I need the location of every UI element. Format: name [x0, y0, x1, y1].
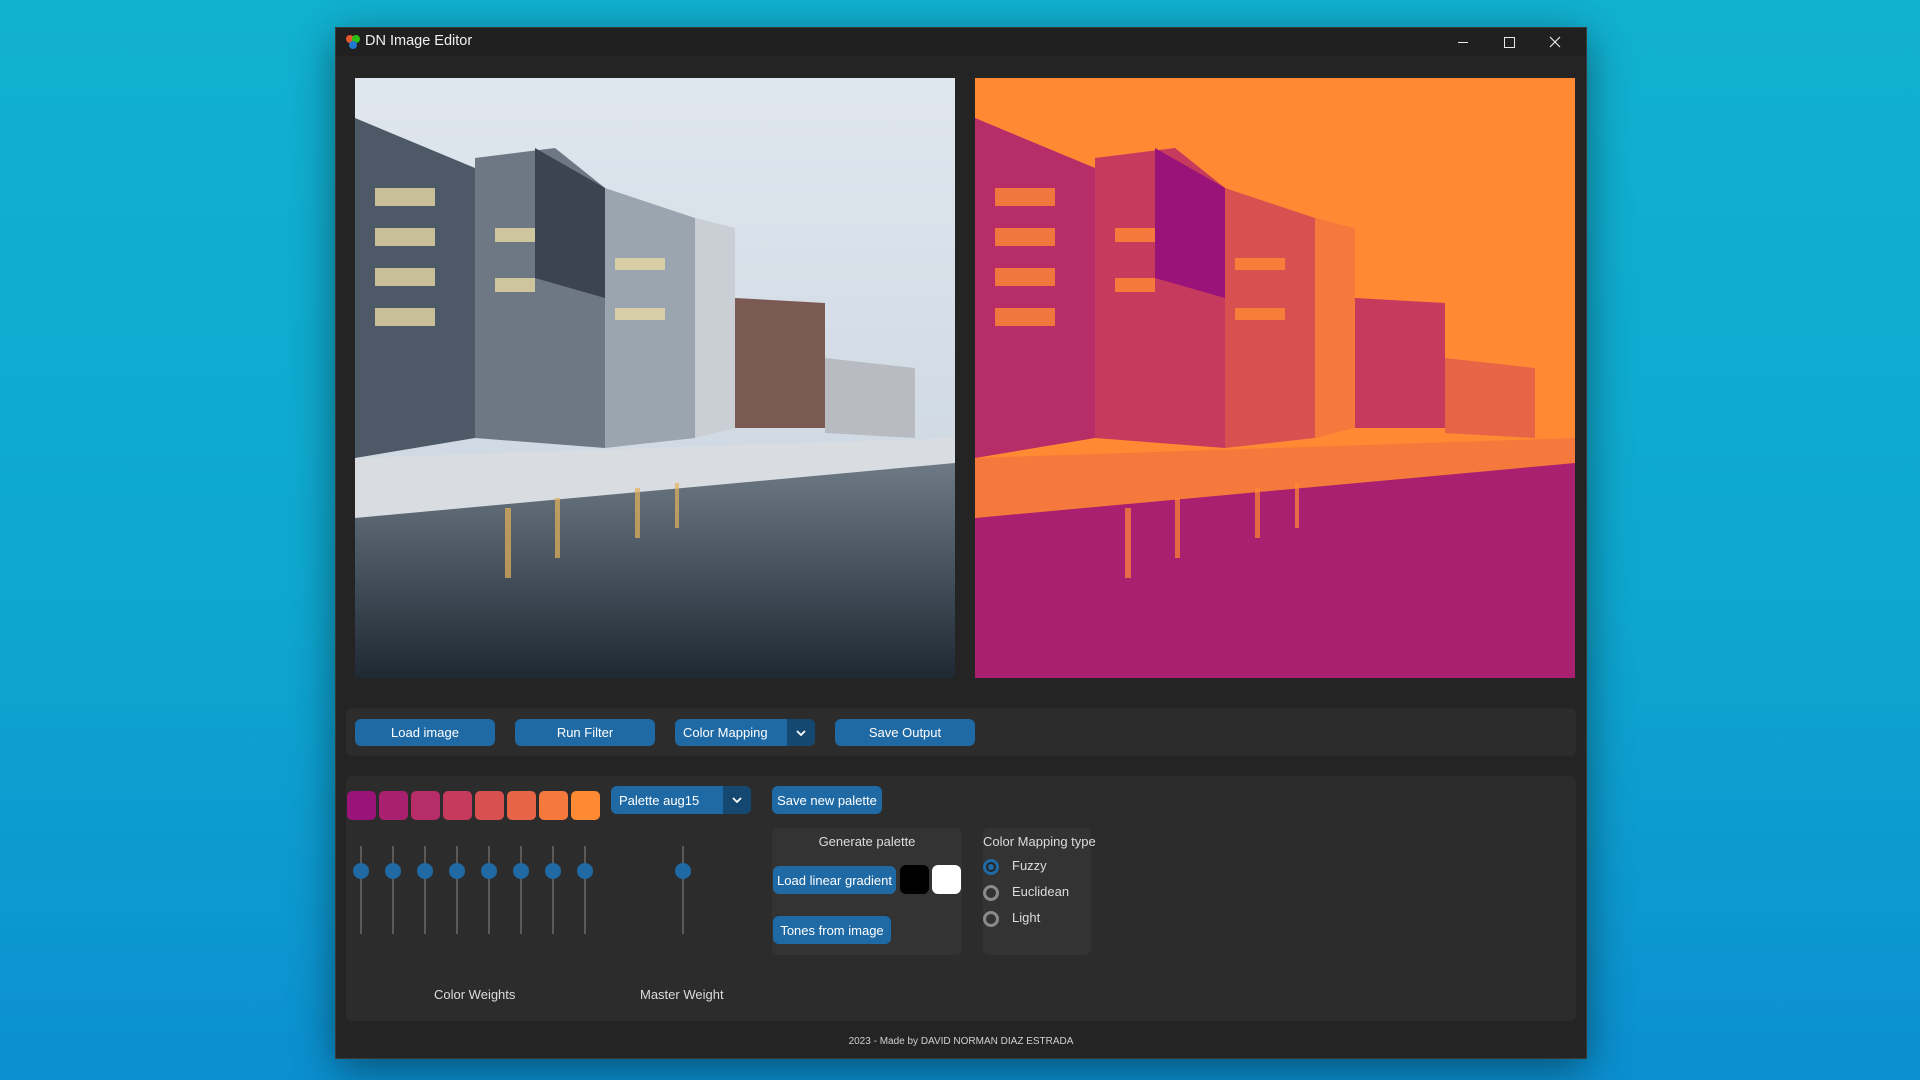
close-icon: [1549, 36, 1561, 48]
minimize-button[interactable]: [1440, 28, 1486, 56]
color-weight-slider-1-thumb[interactable]: [353, 862, 369, 879]
palette-swatch-8[interactable]: [571, 791, 600, 820]
palette-swatch-6[interactable]: [507, 791, 536, 820]
color-weight-slider-2-track[interactable]: [392, 846, 394, 934]
output-image-preview: [975, 78, 1575, 678]
window-title: DN Image Editor: [365, 33, 473, 49]
tones-from-image-button[interactable]: Tones from image: [773, 916, 891, 944]
color-weight-slider-2-thumb[interactable]: [385, 862, 401, 879]
color-weight-slider-7-track[interactable]: [552, 846, 554, 934]
maximize-button[interactable]: [1486, 28, 1532, 56]
radio-fuzzy-label: Fuzzy: [1012, 858, 1047, 873]
radio-euclidean-label: Euclidean: [1012, 884, 1070, 899]
color-weight-slider-5-thumb[interactable]: [481, 862, 497, 879]
maximize-icon: [1503, 36, 1515, 48]
color-weight-slider-5-track[interactable]: [488, 846, 490, 934]
app-logo-icon: [346, 35, 360, 49]
color-weights-label: Color Weights: [434, 987, 516, 1002]
color-weight-slider-3-track[interactable]: [424, 846, 426, 934]
palette-swatch-3[interactable]: [411, 791, 440, 820]
color-weight-slider-7-thumb[interactable]: [545, 862, 561, 879]
title-bar[interactable]: DN Image Editor: [336, 28, 1586, 56]
save-palette-button[interactable]: Save new palette: [772, 786, 882, 814]
load-linear-gradient-button[interactable]: Load linear gradient: [773, 866, 896, 894]
radio-euclidean[interactable]: [983, 885, 999, 901]
load-image-button[interactable]: Load image: [355, 719, 495, 746]
palette-dropdown[interactable]: Palette aug15: [611, 786, 751, 814]
palette-swatch-1[interactable]: [347, 791, 376, 820]
run-filter-button[interactable]: Run Filter: [515, 719, 655, 746]
generate-palette-title: Generate palette: [818, 834, 916, 849]
minimize-icon: [1458, 41, 1468, 43]
master-weight-slider-track[interactable]: [682, 846, 684, 934]
app-window: DN Image Editor Load image Run Filter Co…: [335, 27, 1587, 1059]
filter-mode-value: Color Mapping: [683, 725, 768, 740]
generate-palette-panel: Generate palette Load linear gradient To…: [772, 828, 962, 955]
filter-mode-dropdown[interactable]: Color Mapping: [675, 719, 815, 746]
palette-swatch-7[interactable]: [539, 791, 568, 820]
color-weight-slider-6-thumb[interactable]: [513, 862, 529, 879]
palette-dropdown-value: Palette aug15: [619, 792, 700, 808]
save-output-button[interactable]: Save Output: [835, 719, 975, 746]
palette-swatch-2[interactable]: [379, 791, 408, 820]
palette-swatch-4[interactable]: [443, 791, 472, 820]
gradient-end-color[interactable]: [932, 865, 961, 894]
gradient-start-color[interactable]: [900, 865, 929, 894]
color-weight-slider-8-track[interactable]: [584, 846, 586, 934]
color-weight-slider-4-track[interactable]: [456, 846, 458, 934]
color-weight-slider-1-track[interactable]: [360, 846, 362, 934]
master-weight-slider-thumb[interactable]: [675, 862, 691, 879]
radio-light-label: Light: [1012, 910, 1041, 925]
input-image-preview: [355, 78, 955, 678]
mapping-type-title: Color Mapping type: [983, 834, 1096, 849]
color-weight-slider-6-track[interactable]: [520, 846, 522, 934]
color-weight-slider-8-thumb[interactable]: [577, 862, 593, 879]
palette-swatch-5[interactable]: [475, 791, 504, 820]
chevron-down-icon: [787, 719, 815, 746]
color-weight-slider-4-thumb[interactable]: [449, 862, 465, 879]
master-weight-label: Master Weight: [640, 987, 724, 1002]
close-button[interactable]: [1532, 28, 1578, 56]
color-weight-slider-3-thumb[interactable]: [417, 862, 433, 879]
credits-footer: 2023 - Made by DAVID NORMAN DIAZ ESTRADA: [848, 1036, 1074, 1047]
mapping-type-panel: Color Mapping type Fuzzy Euclidean Light: [983, 828, 1096, 955]
radio-light[interactable]: [983, 911, 999, 927]
chevron-down-icon: [723, 786, 751, 814]
palette-panel: Palette aug15 Save new palette Color Wei…: [346, 776, 1576, 1021]
radio-fuzzy[interactable]: [983, 859, 999, 875]
action-toolbar: Load image Run Filter Color Mapping Save…: [346, 708, 1576, 756]
